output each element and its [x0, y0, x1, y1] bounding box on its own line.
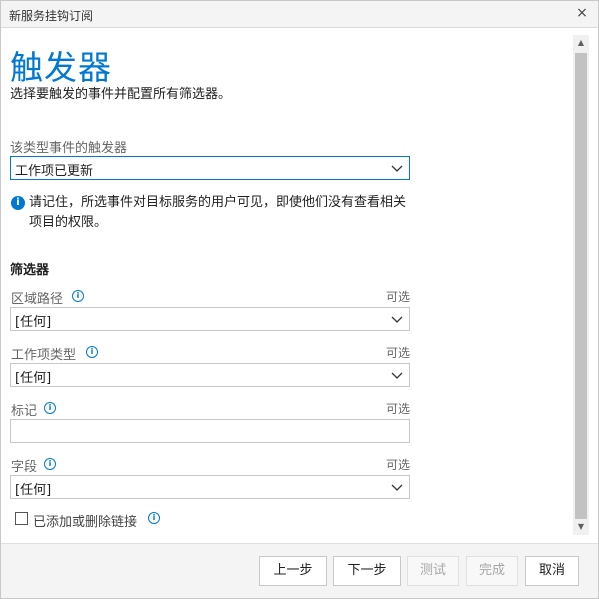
work-item-type-label: 工作项类型 [11, 348, 77, 363]
area-path-optional: 可选 [385, 290, 410, 304]
previous-button[interactable]: 上一步 [259, 556, 327, 586]
tag-input[interactable] [10, 419, 410, 443]
scrollbar-thumb[interactable] [575, 53, 587, 519]
work-item-type-select[interactable]: [任何] [10, 363, 410, 387]
chevron-down-icon [391, 484, 403, 491]
area-path-info-icon[interactable]: i [72, 290, 84, 302]
trigger-select[interactable]: 工作项已更新 [10, 156, 410, 180]
links-checkbox[interactable] [15, 512, 28, 525]
area-path-select[interactable]: [任何] [10, 307, 410, 331]
field-optional: 可选 [385, 458, 410, 472]
chevron-down-icon [391, 165, 403, 172]
dialog-content: 触发器 选择要触发的事件并配置所有筛选器。 该类型事件的触发器 工作项已更新 i… [1, 29, 571, 542]
area-path-value: [任何] [15, 315, 52, 330]
info-icon: i [11, 196, 25, 210]
chevron-down-icon [391, 316, 403, 323]
links-checkbox-label: 已添加或删除链接 [33, 515, 138, 530]
next-button[interactable]: 下一步 [333, 556, 401, 586]
work-item-type-value: [任何] [15, 371, 52, 386]
tag-optional: 可选 [385, 402, 410, 416]
chevron-down-icon [391, 372, 403, 379]
field-value: [任何] [15, 483, 52, 498]
page-subtitle: 选择要触发的事件并配置所有筛选器。 [10, 87, 232, 102]
links-info-icon[interactable]: i [148, 512, 160, 524]
close-icon[interactable]: × [574, 5, 590, 21]
tag-label: 标记 [11, 404, 38, 419]
tag-info-icon[interactable]: i [44, 402, 56, 414]
field-select[interactable]: [任何] [10, 475, 410, 499]
scroll-up-icon[interactable]: ▲ [573, 35, 589, 51]
vertical-scrollbar[interactable]: ▲ ▼ [573, 35, 589, 535]
filters-title: 筛选器 [10, 263, 50, 278]
test-button[interactable]: 测试 [407, 556, 459, 586]
page-title: 触发器 [10, 48, 112, 87]
field-info-icon[interactable]: i [44, 458, 56, 470]
subscription-dialog: 新服务挂钩订阅 × 触发器 选择要触发的事件并配置所有筛选器。 该类型事件的触发… [0, 0, 599, 599]
dialog-title: 新服务挂钩订阅 [9, 9, 94, 23]
visibility-notice: 请记住，所选事件对目标服务的用户可见，即使他们没有查看相关项目的权限。 [29, 195, 407, 230]
dialog-footer: 上一步 下一步 测试 完成 取消 [1, 543, 598, 598]
work-item-type-info-icon[interactable]: i [86, 346, 98, 358]
work-item-type-optional: 可选 [385, 346, 410, 360]
cancel-button[interactable]: 取消 [525, 556, 579, 586]
scroll-down-icon[interactable]: ▼ [573, 519, 589, 535]
area-path-label: 区域路径 [11, 292, 64, 307]
title-bar: 新服务挂钩订阅 × [1, 1, 598, 28]
field-label: 字段 [11, 460, 38, 475]
finish-button[interactable]: 完成 [466, 556, 518, 586]
trigger-select-value: 工作项已更新 [15, 164, 94, 179]
trigger-label: 该类型事件的触发器 [10, 141, 128, 156]
